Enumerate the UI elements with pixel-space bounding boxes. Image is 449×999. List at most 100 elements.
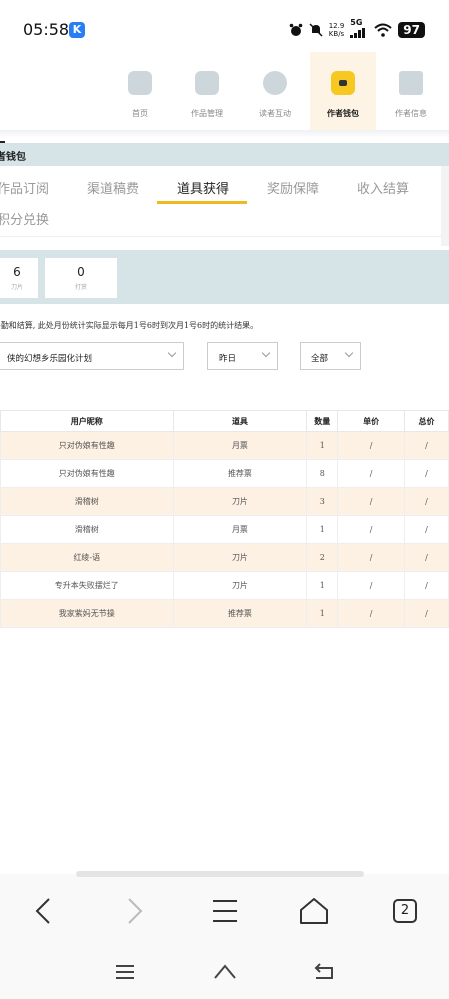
table-row: 只对伪娘有性趣 月票 1// — [0, 431, 449, 460]
header-nickname: 用户昵称 — [0, 410, 174, 432]
cell-item: 推荐票 — [172, 599, 308, 628]
cell-total: / — [404, 515, 449, 544]
page-scrollbar[interactable] — [76, 871, 364, 877]
mute-bell-icon — [309, 23, 323, 37]
tabs-divider — [0, 236, 449, 237]
nav-item-readers[interactable]: 读者互动 — [242, 52, 308, 130]
nav-item-wallet[interactable]: 作者钱包 — [310, 52, 376, 130]
cell-nickname: 红绫-语 — [0, 543, 174, 572]
forward-arrow-icon[interactable] — [117, 893, 153, 929]
system-home-icon[interactable] — [212, 960, 238, 984]
cell-nickname: 只对伪娘有性趣 — [0, 431, 174, 460]
cell-quantity: 1 — [306, 515, 339, 544]
type-select-value: 全部 — [311, 354, 329, 364]
app-badge-icon: K — [69, 22, 85, 38]
home-icon — [128, 71, 152, 95]
nav-item-label: 作者钱包 — [327, 108, 359, 118]
nav-item-label: 首页 — [132, 109, 148, 118]
cell-nickname: 只对伪娘有性趣 — [0, 459, 174, 488]
net-type: 5G — [350, 18, 363, 27]
tab-count-icon: 2 — [393, 899, 417, 923]
nav-item-label: 作者信息 — [395, 109, 427, 118]
cell-nickname: 滑稽树 — [0, 487, 174, 516]
tabs-button[interactable]: 2 — [387, 893, 423, 929]
cell-total: / — [404, 459, 449, 488]
tab-channel-royalties[interactable]: 渠道稿费 — [87, 178, 139, 197]
id-card-icon — [399, 71, 423, 95]
status-time: 05:58 — [23, 20, 70, 39]
cell-item: 月票 — [172, 431, 308, 460]
book-icon — [195, 71, 219, 95]
nav-item-label: 作品管理 — [191, 109, 223, 118]
cell-nickname: 专升本失败摆烂了 — [0, 571, 174, 600]
cell-total: / — [404, 543, 449, 572]
cell-total: / — [404, 431, 449, 460]
stat-card-tips: 0 打赏 — [45, 258, 117, 298]
cell-nickname: 我家紫妈无节操 — [0, 599, 174, 628]
alarm-icon — [289, 23, 303, 36]
cell-item: 刀片 — [172, 487, 308, 516]
tab-points-exchange[interactable]: 积分兑换 — [0, 209, 49, 228]
stat-label: 打赏 — [74, 284, 87, 291]
home-icon[interactable] — [296, 893, 332, 929]
cell-quantity: 3 — [306, 487, 339, 516]
cell-unit-price: / — [337, 459, 406, 488]
date-select[interactable]: 昨日 — [207, 342, 278, 370]
items-table: 用户昵称 道具 数量 单价 总价 只对伪娘有性趣 月票 1// 只对伪娘有性趣 推荐票… — [0, 410, 449, 628]
table-row: 滑稽树 刀片 3// — [0, 487, 449, 516]
cell-unit-price: / — [337, 543, 406, 572]
tab-subscriptions[interactable]: 作品订阅 — [0, 178, 49, 197]
nav-item-home[interactable]: 首页 — [107, 52, 173, 130]
top-nav: 首页 作品管理 读者互动 作者钱包 作者信息 — [0, 52, 449, 143]
status-bar: 05:58 K 12.9 KB/s 5G 97 — [0, 0, 449, 60]
cell-nickname: 滑稽树 — [0, 515, 174, 544]
status-icons: 12.9 KB/s 5G 97 — [289, 18, 425, 41]
cell-quantity: 1 — [306, 599, 339, 628]
system-menu-icon[interactable] — [114, 960, 136, 984]
system-back-icon[interactable] — [312, 960, 336, 984]
wallet-icon — [331, 71, 355, 95]
active-tab-indicator — [157, 201, 247, 204]
book-select[interactable]: 侠的幻想乡乐园化计划 — [0, 342, 184, 370]
table-header-row: 用户昵称 道具 数量 单价 总价 — [0, 410, 449, 432]
stats-bar: 6 刀片 0 打赏 — [0, 250, 449, 304]
cell-quantity: 2 — [306, 543, 339, 572]
menu-icon[interactable] — [207, 893, 243, 929]
app-screen: 05:58 K 12.9 KB/s 5G 97 首页 作品管理 读者互动 作者钱… — [0, 0, 449, 999]
cell-item: 推荐票 — [172, 459, 308, 488]
tab-income-settlement[interactable]: 收入结算 — [357, 178, 409, 197]
book-select-value: 侠的幻想乡乐园化计划 — [7, 354, 93, 364]
tab-items-received[interactable]: 道具获得 — [177, 178, 229, 197]
cell-unit-price: / — [337, 487, 406, 516]
back-arrow-icon[interactable] — [27, 893, 63, 929]
table-row: 红绫-语 刀片 2// — [0, 543, 449, 572]
chevron-down-icon — [167, 348, 177, 358]
header-total: 总价 — [404, 410, 449, 432]
header-unit-price: 单价 — [337, 410, 406, 432]
nav-item-author-info[interactable]: 作者信息 — [378, 52, 444, 130]
type-select[interactable]: 全部 — [300, 342, 361, 370]
section-title: 者钱包 — [0, 152, 26, 163]
cell-total: / — [404, 571, 449, 600]
tab-reward-guarantee[interactable]: 奖励保障 — [267, 178, 319, 197]
cell-total: / — [404, 487, 449, 516]
net-speed-unit: KB/s — [328, 30, 345, 38]
date-select-value: 昨日 — [219, 354, 237, 364]
cell-total: / — [404, 599, 449, 628]
table-row: 滑稽树 月票 1// — [0, 515, 449, 544]
stat-card-blades: 6 刀片 — [0, 258, 38, 298]
table-row: 我家紫妈无节操 推荐票 1// — [0, 599, 449, 628]
cell-item: 刀片 — [172, 543, 308, 572]
net-speed-value: 12.9 — [328, 22, 345, 30]
nav-item-works[interactable]: 作品管理 — [174, 52, 240, 130]
cell-unit-price: / — [337, 571, 406, 600]
cellular-signal-icon: 5G — [350, 18, 368, 38]
cell-item: 月票 — [172, 515, 308, 544]
header-quantity: 数量 — [306, 410, 339, 432]
header-item: 道具 — [172, 410, 308, 432]
cell-quantity: 1 — [306, 431, 339, 460]
cell-unit-price: / — [337, 515, 406, 544]
stat-value: 0 — [77, 265, 85, 279]
wifi-icon — [374, 23, 392, 37]
cell-unit-price: / — [337, 599, 406, 628]
